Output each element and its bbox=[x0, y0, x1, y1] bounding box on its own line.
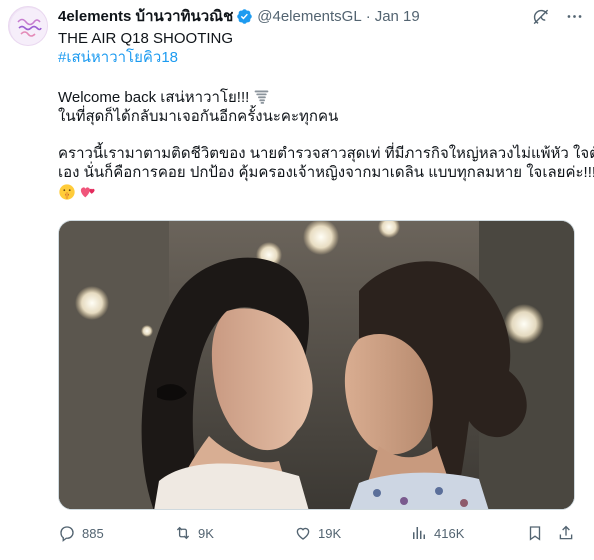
separator-dot: · bbox=[365, 7, 371, 25]
tweet-date[interactable]: Jan 19 bbox=[375, 8, 420, 25]
views-count: 416K bbox=[434, 525, 465, 541]
bookmark-button[interactable] bbox=[526, 521, 544, 545]
reply-button[interactable]: 885 bbox=[58, 521, 104, 545]
verified-badge-icon bbox=[236, 8, 253, 25]
like-count: 19K bbox=[318, 525, 342, 541]
more-icon[interactable] bbox=[564, 6, 584, 26]
header-actions bbox=[530, 6, 584, 26]
author-display-name[interactable]: 4elements บ้านวาทินวณิช bbox=[58, 4, 233, 28]
grok-icon[interactable] bbox=[530, 6, 550, 26]
tweet-line: ในที่สุดก็ได้กลับมาเจอกันอีกครั้งนะคะทุก… bbox=[58, 108, 339, 125]
tweet-text: THE AIR Q18 SHOOTING #เสน่หาวาโยคิว18 We… bbox=[58, 29, 594, 201]
photo-illustration bbox=[59, 221, 574, 509]
reply-count: 885 bbox=[82, 525, 104, 541]
views-icon bbox=[413, 527, 425, 539]
tweet-actions: 885 9K 19K 416K bbox=[58, 521, 578, 545]
tweet-header: 4elements บ้านวาทินวณิช @4elementsGL · J… bbox=[58, 6, 420, 26]
tornado-emoji bbox=[253, 88, 270, 105]
tweet-media-photo[interactable] bbox=[58, 220, 575, 510]
tweet-line: THE AIR Q18 SHOOTING bbox=[58, 30, 234, 47]
tweet-line: Welcome back เสน่หาวาโย!!! bbox=[58, 88, 578, 107]
views-button[interactable]: 416K bbox=[410, 521, 464, 545]
retweet-count: 9K bbox=[198, 525, 214, 541]
bookmark-icon bbox=[529, 526, 541, 541]
hashtag-link[interactable]: #เสน่หาวาโยคิว18 bbox=[58, 48, 578, 67]
brand-logo-icon bbox=[10, 8, 47, 45]
retweet-icon bbox=[176, 526, 190, 540]
tweet: 4elements บ้านวาทินวณิช @4elementsGL · J… bbox=[0, 0, 594, 560]
like-button[interactable]: 19K bbox=[294, 521, 341, 545]
like-icon bbox=[296, 527, 310, 540]
tweet-line: คราวนี้เรามาตามติดชีวิตของ นายตำรวจสาวสุ… bbox=[58, 145, 594, 162]
revolving-hearts-emoji bbox=[79, 183, 97, 201]
tweet-line-text: Welcome back เสน่หาวาโย!!! bbox=[58, 89, 250, 106]
author-handle[interactable]: @4elementsGL bbox=[257, 8, 361, 25]
share-button[interactable] bbox=[557, 521, 575, 545]
reply-icon bbox=[60, 526, 74, 542]
tweet-line: เอง นั่นก็คือการคอย ปกป้อง คุ้มครองเจ้าห… bbox=[58, 164, 594, 181]
avatar[interactable] bbox=[8, 6, 48, 46]
retweet-button[interactable]: 9K bbox=[174, 521, 214, 545]
shushing-face-emoji bbox=[58, 183, 76, 201]
emoji-row bbox=[58, 183, 578, 201]
share-icon bbox=[559, 525, 573, 540]
